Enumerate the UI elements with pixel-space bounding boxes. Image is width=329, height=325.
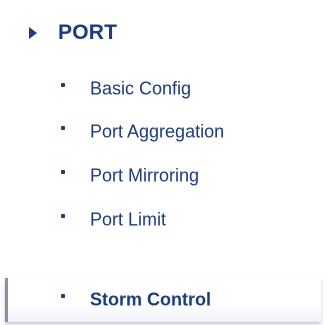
bullet-icon (61, 214, 65, 218)
nav-item-label: Basic Config (90, 78, 192, 99)
nav-item-label: Storm Control (90, 289, 211, 310)
nav-item-port-limit[interactable]: Port Limit (0, 198, 329, 242)
nav-section-port[interactable]: PORT (29, 18, 117, 48)
nav-item-basic-config[interactable]: Basic Config (0, 67, 329, 111)
bullet-icon (61, 83, 65, 87)
nav-section-label: PORT (58, 21, 118, 44)
sidebar-nav: PORT Basic Config Port Aggregation Port … (0, 0, 329, 325)
nav-item-storm-control[interactable]: Storm Control (5, 278, 321, 322)
bullet-icon (61, 294, 65, 298)
nav-item-label: Port Limit (90, 209, 167, 230)
triangle-right-icon (29, 27, 37, 39)
bullet-icon (61, 126, 65, 130)
nav-item-port-aggregation[interactable]: Port Aggregation (0, 110, 329, 154)
bullet-icon (61, 170, 65, 174)
nav-item-label: Port Aggregation (90, 121, 225, 142)
nav-item-port-mirroring[interactable]: Port Mirroring (0, 154, 329, 198)
nav-item-label: Port Mirroring (90, 165, 200, 186)
